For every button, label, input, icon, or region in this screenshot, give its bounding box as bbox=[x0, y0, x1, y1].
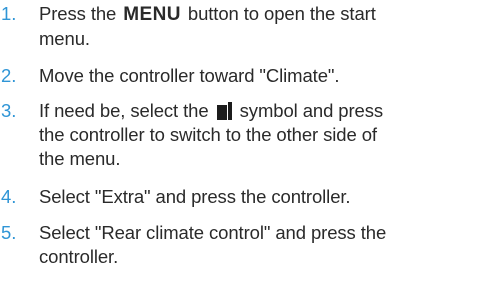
step-number: 2. bbox=[1, 65, 17, 86]
step-number: 4. bbox=[1, 186, 17, 207]
menu-key-label: MENU bbox=[123, 4, 181, 25]
step-line: Select "Rear climate control" and press … bbox=[39, 222, 387, 243]
step-line: If need be, select the symbol and press bbox=[39, 99, 499, 123]
step-line: Select "Extra" and press the controller. bbox=[39, 186, 351, 207]
step-line: Press the MENU button to open the start bbox=[39, 2, 499, 27]
step-text-before: If need be, select the bbox=[39, 100, 214, 121]
step-line: the controller to switch to the other si… bbox=[39, 124, 377, 145]
step-1: 1. Press the MENU button to open the sta… bbox=[0, 2, 501, 56]
step-number: 3. bbox=[1, 100, 17, 121]
step-text: Select "Rear climate control" and press … bbox=[39, 221, 499, 269]
step-text-after: button to open the start bbox=[182, 3, 376, 24]
step-number: 5. bbox=[1, 222, 17, 243]
instruction-steps: 1. Press the MENU button to open the sta… bbox=[0, 0, 501, 294]
step-text: Select "Extra" and press the controller. bbox=[39, 185, 499, 209]
step-line: Move the controller toward "Climate". bbox=[39, 65, 340, 86]
step-number: 1. bbox=[1, 3, 17, 24]
menu-side-switch-icon bbox=[216, 102, 232, 120]
step-2: 2. Move the controller toward "Climate". bbox=[0, 64, 501, 90]
step-text: If need be, select the symbol and press … bbox=[39, 99, 499, 171]
step-line: the menu. bbox=[39, 148, 121, 169]
step-text-after: symbol and press bbox=[234, 100, 384, 121]
step-line: menu. bbox=[39, 28, 90, 49]
step-line: controller. bbox=[39, 246, 119, 267]
step-5: 5. Select "Rear climate control" and pre… bbox=[0, 221, 501, 275]
step-3: 3. If need be, select the symbol and pre… bbox=[0, 99, 501, 177]
step-4: 4. Select "Extra" and press the controll… bbox=[0, 185, 501, 211]
step-text: Press the MENU button to open the start … bbox=[39, 2, 499, 51]
step-text-before: Press the bbox=[39, 3, 122, 24]
step-text: Move the controller toward "Climate". bbox=[39, 64, 499, 88]
